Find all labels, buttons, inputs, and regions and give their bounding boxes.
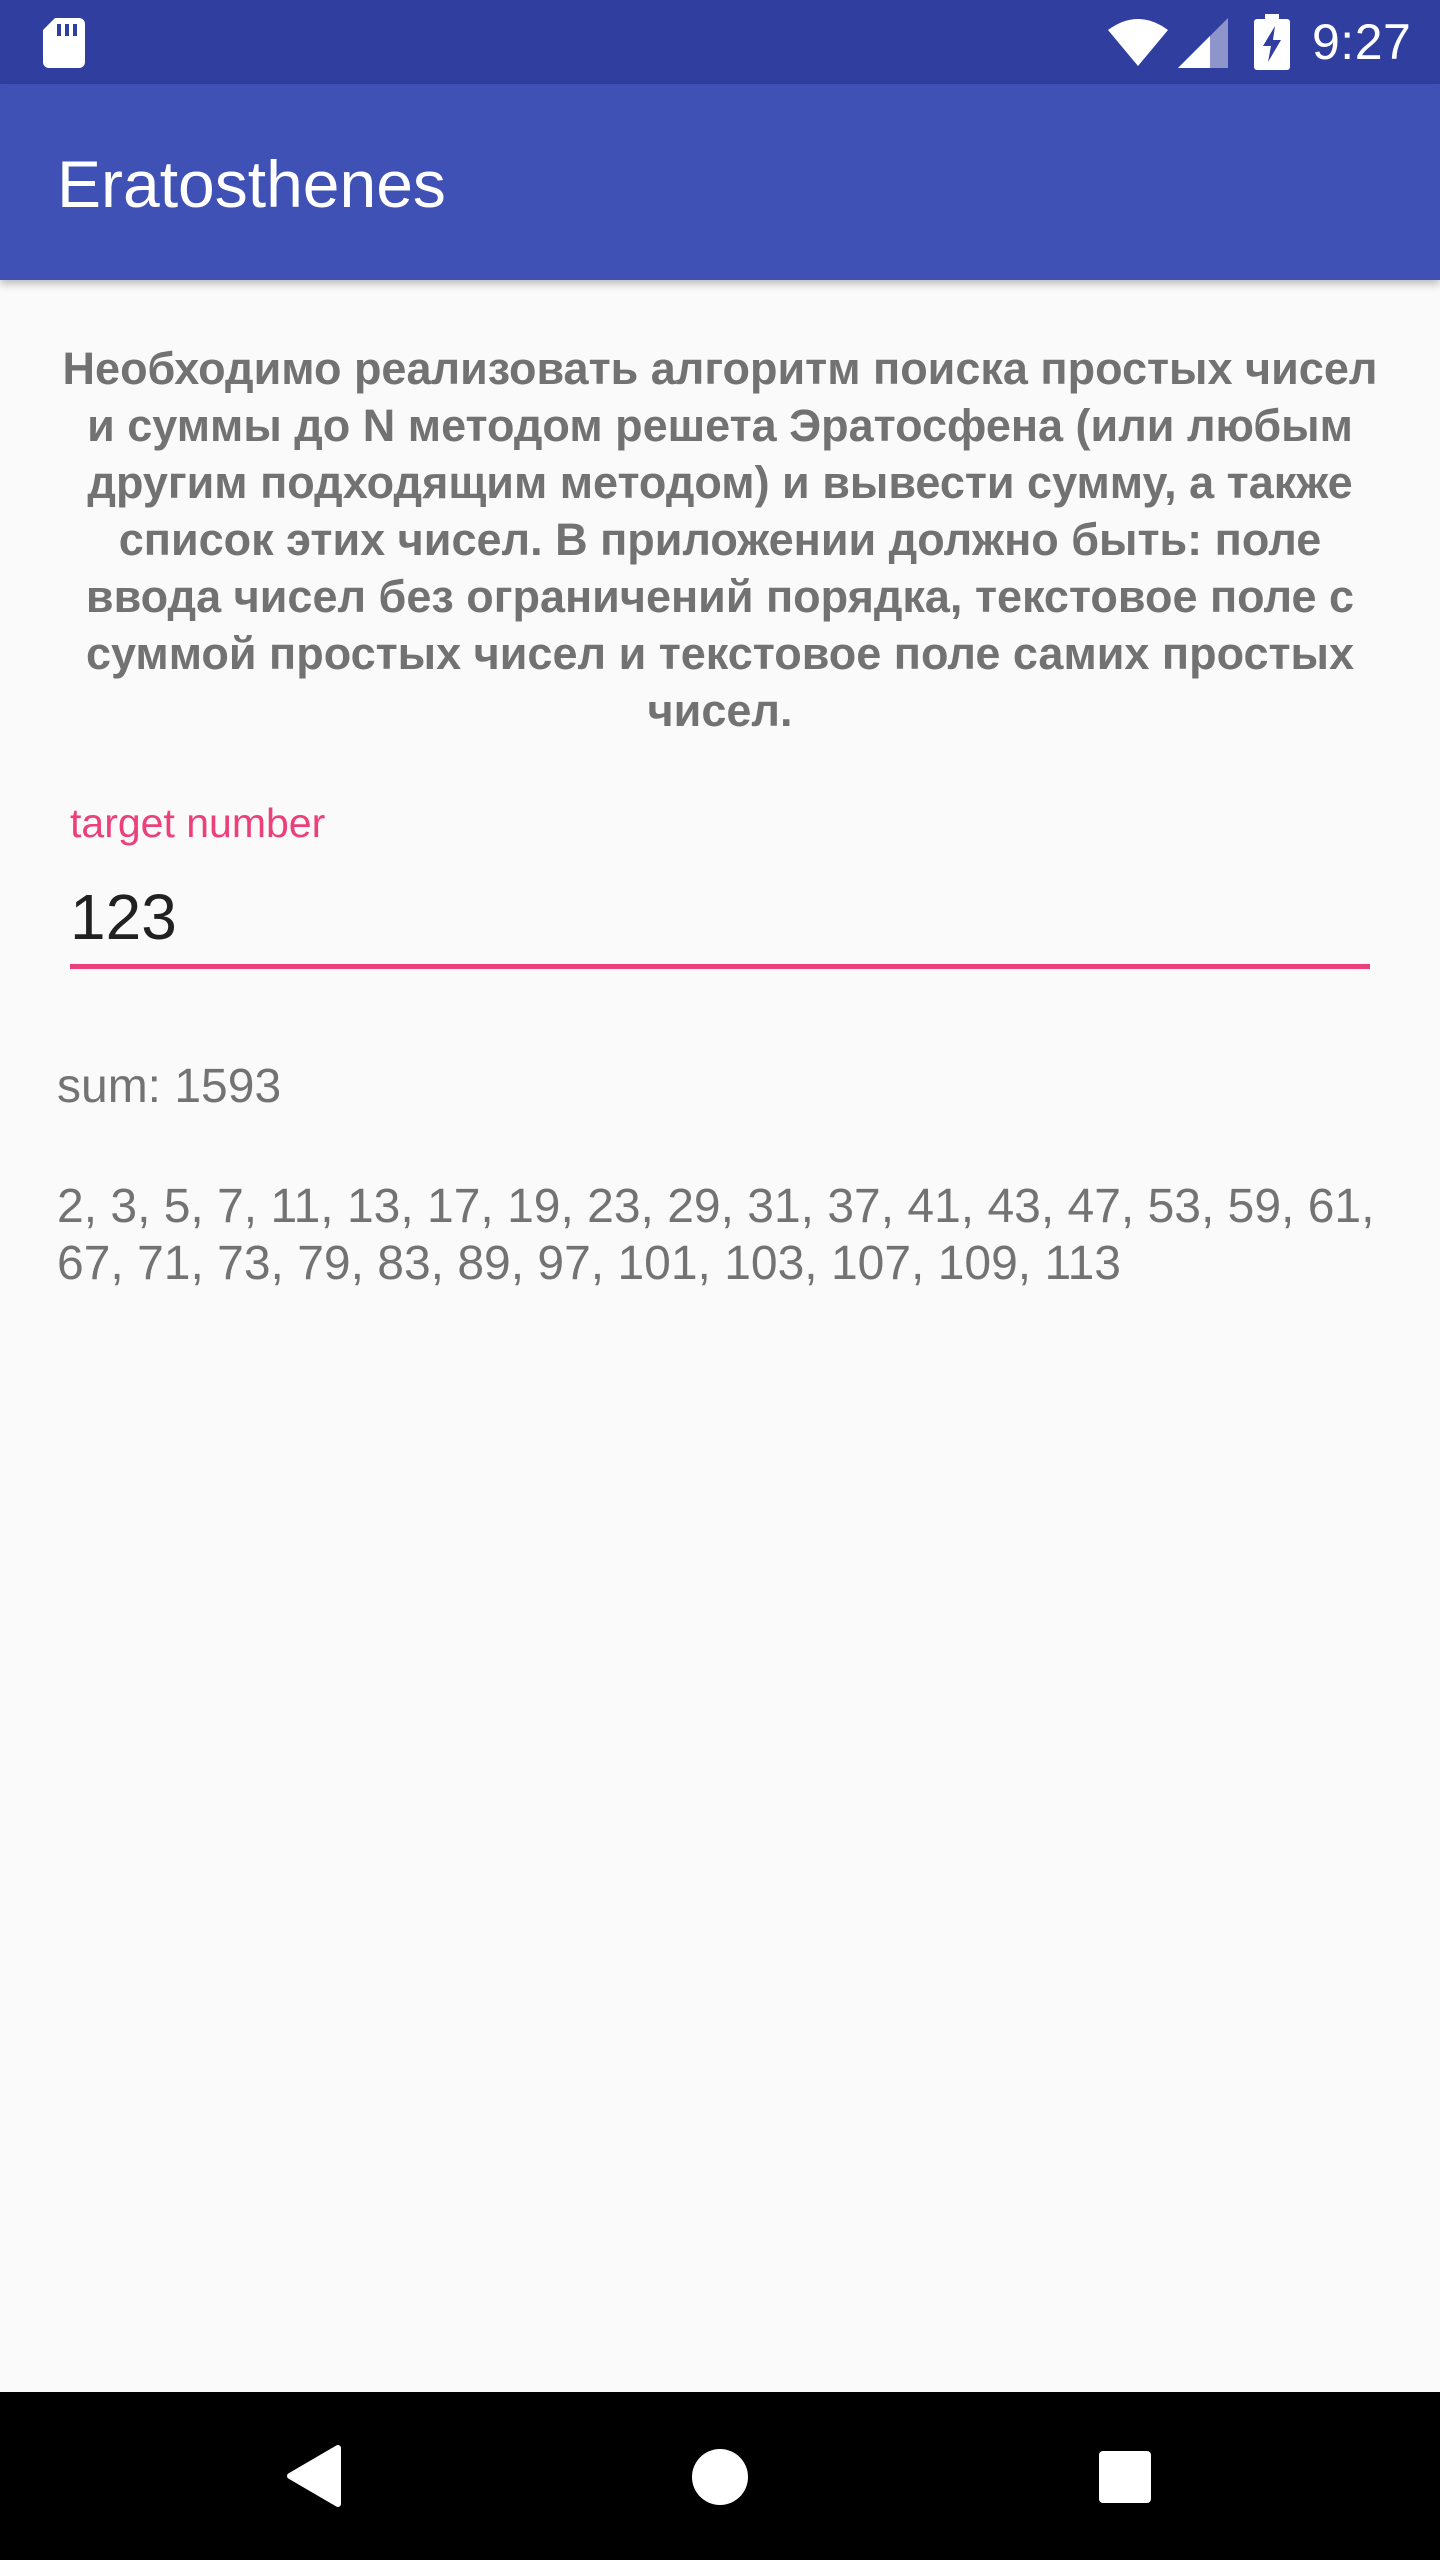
battery-charging-icon: [1254, 14, 1290, 70]
primes-list-text: 2, 3, 5, 7, 11, 13, 17, 19, 23, 29, 31, …: [57, 1180, 1375, 1290]
target-number-label: target number: [70, 800, 326, 846]
home-icon[interactable]: [691, 2448, 749, 2506]
sd-card-icon: [43, 18, 85, 68]
target-number-input[interactable]: [70, 872, 1370, 962]
status-clock: 9:27: [1312, 14, 1412, 70]
app-bar: Eratosthenes: [0, 84, 1440, 280]
cell-signal-icon: [1178, 18, 1228, 68]
sum-text: sum: 1593: [57, 1060, 282, 1113]
wifi-icon: [1108, 19, 1168, 66]
back-icon[interactable]: [286, 2444, 342, 2508]
app-title: Eratosthenes: [57, 147, 446, 221]
screen: 9:27 Eratosthenes Необходимо реализовать…: [0, 0, 1440, 2560]
status-bar: 9:27: [0, 0, 1440, 84]
recents-icon[interactable]: [1099, 2451, 1151, 2503]
navigation-bar: [0, 2392, 1440, 2560]
input-underline: [70, 964, 1370, 969]
task-description: Необходимо реализовать алгоритм поиска п…: [62, 343, 1378, 736]
